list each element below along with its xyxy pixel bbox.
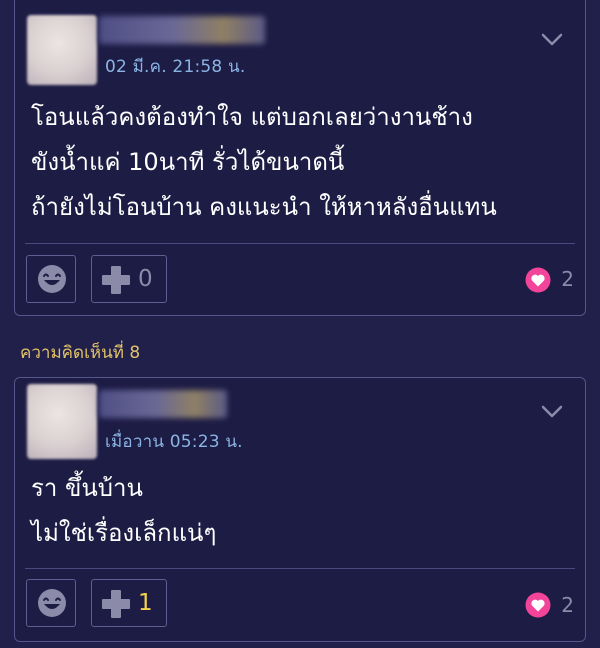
plus-icon bbox=[102, 266, 130, 294]
heart-icon[interactable] bbox=[525, 592, 551, 618]
comment-number-label: ความคิดเห็นที่ 8 bbox=[20, 343, 141, 363]
comment-line: โอนแล้วคงต้องทำใจ แต่บอกเลยว่างานช้าง bbox=[31, 103, 473, 131]
heart-count: 2 bbox=[561, 267, 574, 291]
comment-card: เมื่อวาน 05:23 น. รา ขึ้นบ้าน ไม่ใช่เรื่… bbox=[14, 377, 586, 642]
heart-count: 2 bbox=[561, 593, 574, 617]
plus-vote-button[interactable]: 0 bbox=[91, 255, 167, 303]
emoji-reaction-button[interactable] bbox=[26, 579, 76, 627]
comment-line: ไม่ใช่เรื่องเล็กแน่ๆ bbox=[31, 519, 217, 547]
comment-line: รา ขึ้นบ้าน bbox=[31, 474, 143, 502]
comment-line: ขังน้ำแค่ 10นาที รั่วได้ขนาดนี้ bbox=[31, 148, 345, 176]
plus-icon bbox=[102, 590, 130, 618]
divider bbox=[25, 568, 575, 569]
smiley-icon bbox=[38, 265, 66, 293]
comment-timestamp: 02 มี.ค. 21:58 น. bbox=[105, 57, 246, 77]
comment-line: ถ้ายังไม่โอนบ้าน คงแนะนำ ให้หาหลังอื่นแท… bbox=[31, 193, 497, 221]
username-blurred[interactable] bbox=[99, 16, 265, 44]
plus-count: 0 bbox=[138, 266, 153, 292]
avatar[interactable] bbox=[27, 15, 97, 85]
plus-count: 1 bbox=[138, 590, 153, 616]
comment-body: รา ขึ้นบ้าน ไม่ใช่เรื่องเล็กแน่ๆ bbox=[31, 466, 569, 556]
username-blurred[interactable] bbox=[99, 390, 227, 418]
divider bbox=[25, 243, 575, 244]
comment-card: 02 มี.ค. 21:58 น. โอนแล้วคงต้องทำใจ แต่บ… bbox=[14, 0, 586, 316]
emoji-reaction-button[interactable] bbox=[26, 255, 76, 303]
avatar[interactable] bbox=[27, 384, 97, 459]
heart-icon[interactable] bbox=[525, 267, 551, 293]
comment-body: โอนแล้วคงต้องทำใจ แต่บอกเลยว่างานช้าง ขั… bbox=[31, 95, 569, 230]
comment-timestamp: เมื่อวาน 05:23 น. bbox=[105, 432, 243, 452]
chevron-down-icon[interactable] bbox=[541, 33, 563, 47]
plus-vote-button[interactable]: 1 bbox=[91, 579, 167, 627]
chevron-down-icon[interactable] bbox=[541, 405, 563, 419]
smiley-icon bbox=[38, 589, 66, 617]
